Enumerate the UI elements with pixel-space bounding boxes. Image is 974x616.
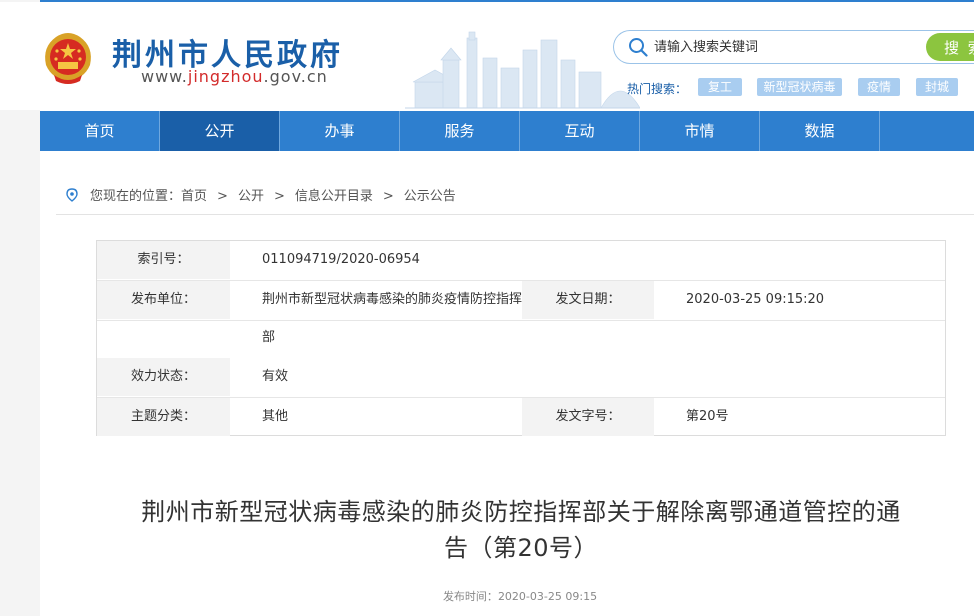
- nav-item-data[interactable]: 数据: [760, 111, 880, 151]
- site-url-highlight: jingzhou: [187, 67, 264, 86]
- article-title: 荆州市新型冠状病毒感染的肺炎防控指挥部关于解除离鄂通道管控的通 告（第20号）: [90, 494, 952, 566]
- issue-date-value: 2020-03-25 09:15:20: [686, 292, 825, 307]
- nav-item-home[interactable]: 首页: [40, 111, 160, 151]
- row-divider: [97, 320, 945, 321]
- article-publish-time: 发布时间：2020-03-25 09:15: [0, 588, 974, 604]
- main-nav: 首页 公开 办事 服务 互动 市情 数据: [40, 111, 974, 151]
- breadcrumb-separator: >: [217, 189, 228, 204]
- breadcrumb-divider: [56, 214, 974, 215]
- status-label: 效力状态：: [97, 358, 230, 396]
- index-value: 011094719/2020-06954: [262, 252, 420, 267]
- doc-number-value: 第20号: [686, 409, 729, 424]
- breadcrumb: 您现在的位置：首页 > 公开 > 信息公开目录 > 公示公告: [66, 185, 456, 204]
- issue-date-label: 发文日期：: [522, 281, 654, 319]
- topic-label: 主题分类：: [97, 398, 230, 436]
- publisher-value-line2: 部: [262, 330, 276, 345]
- publisher-value-line1: 荆州市新型冠状病毒感染的肺炎疫情防控指挥: [262, 292, 523, 307]
- breadcrumb-home[interactable]: 首页: [181, 189, 207, 204]
- search-icon: [629, 38, 648, 57]
- breadcrumb-catalog[interactable]: 信息公开目录: [295, 189, 373, 204]
- hot-tag-lockdown[interactable]: 封城: [916, 78, 958, 96]
- nav-item-interaction[interactable]: 互动: [520, 111, 640, 151]
- article-title-line2: 告（第20号）: [443, 534, 599, 562]
- breadcrumb-prefix: 您现在的位置：: [90, 189, 182, 204]
- national-emblem-icon[interactable]: [40, 29, 96, 87]
- nav-item-public[interactable]: 公开: [160, 111, 280, 151]
- breadcrumb-public[interactable]: 公开: [238, 189, 264, 204]
- hot-search-label: 热门搜索：: [627, 82, 688, 96]
- site-url-prefix: www.: [141, 67, 188, 86]
- topic-value: 其他: [262, 409, 289, 424]
- publish-time-label: 发布时间：: [442, 590, 498, 603]
- breadcrumb-announcements[interactable]: 公示公告: [404, 189, 456, 204]
- nav-item-city-info[interactable]: 市情: [640, 111, 760, 151]
- publish-time-value: 2020-03-25 09:15: [497, 590, 598, 603]
- city-skyline-illustration: [405, 31, 640, 109]
- index-label: 索引号：: [97, 241, 230, 279]
- hot-tag-resume-work[interactable]: 复工: [698, 78, 742, 96]
- site-url[interactable]: www.jingzhou.gov.cn: [141, 67, 328, 86]
- status-value: 有效: [262, 369, 289, 384]
- publisher-label: 发布单位：: [97, 281, 230, 319]
- document-info-table: 索引号： 011094719/2020-06954 发布单位： 荆州市新型冠状病…: [96, 240, 946, 436]
- location-pin-icon: [66, 188, 78, 202]
- hot-tag-coronavirus[interactable]: 新型冠状病毒: [757, 78, 842, 96]
- hot-tag-epidemic[interactable]: 疫情: [858, 78, 900, 96]
- nav-item-service[interactable]: 服务: [400, 111, 520, 151]
- site-url-suffix: .gov.cn: [263, 67, 328, 86]
- search-button[interactable]: 搜 索: [926, 33, 974, 61]
- nav-item-services-affairs[interactable]: 办事: [280, 111, 400, 151]
- search-box: [613, 30, 974, 64]
- site-header: 荆州市人民政府 www.jingzhou.gov.cn 搜 索 热门搜索： 复工: [0, 2, 974, 110]
- article-title-line1: 荆州市新型冠状病毒感染的肺炎防控指挥部关于解除离鄂通道管控的通: [141, 498, 901, 526]
- doc-number-label: 发文字号：: [522, 398, 654, 436]
- breadcrumb-separator: >: [273, 189, 285, 204]
- search-input[interactable]: [654, 36, 914, 58]
- breadcrumb-separator: >: [382, 189, 394, 204]
